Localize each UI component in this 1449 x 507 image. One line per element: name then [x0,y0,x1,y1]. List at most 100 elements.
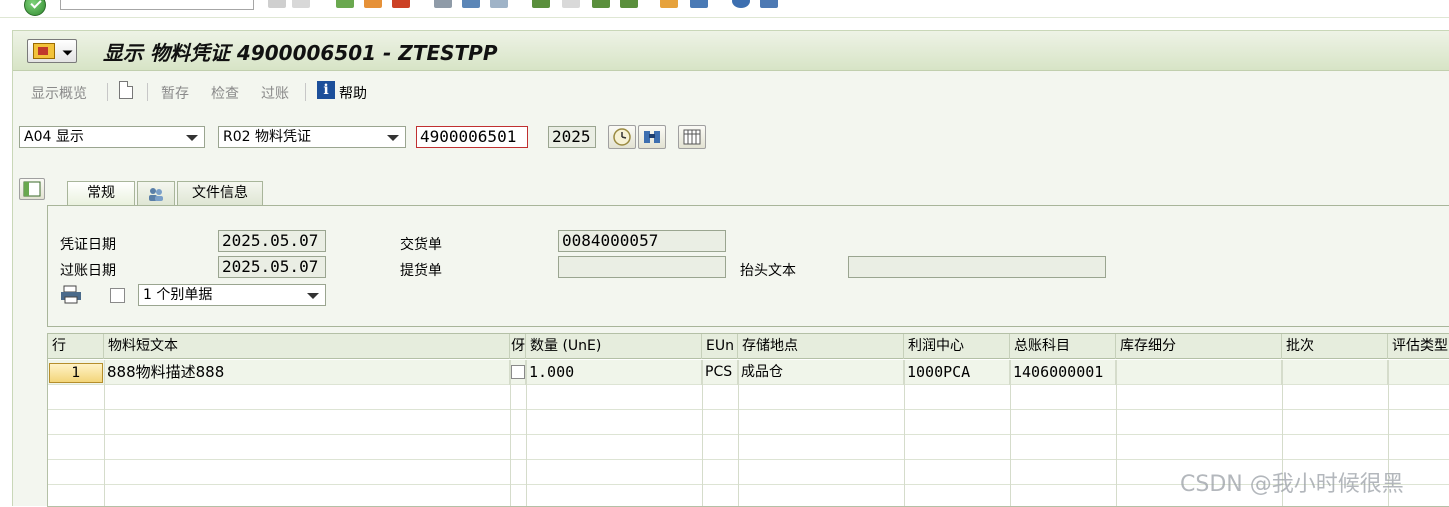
col-profit-center[interactable]: 利润中心 [904,334,1010,359]
table-row[interactable]: 1 888物料描述888 1.000 PCS 成品仓 1000PCA 14060… [48,360,1449,385]
post-button[interactable]: 过账 [261,83,289,103]
tab-general-label: 常规 [87,185,115,201]
post-date-field[interactable]: 2025.05.07 [218,256,326,278]
new-session-icon[interactable] [660,0,678,8]
find-icon[interactable] [462,0,480,8]
cell-uom[interactable]: PCS [702,360,738,385]
tab-general[interactable]: 常规 [67,181,135,206]
layout-icon[interactable] [760,0,778,8]
column-line [526,360,527,506]
col-storage-location[interactable]: 存储地点 [738,334,904,359]
print-icon[interactable] [434,0,452,8]
table-row-empty [48,410,1449,435]
cell-valuation-type[interactable] [1388,360,1449,385]
col-batch[interactable]: 批次 [1282,334,1388,359]
help-button[interactable]: 帮助 [339,83,367,103]
overview-button[interactable]: 显示概览 [31,83,87,103]
find-next-icon[interactable] [490,0,508,8]
bol-label: 提货单 [400,263,442,279]
col-flag[interactable]: 伢 [510,334,526,359]
application-toolbar: 显示概览 暂存 检查 过账 i 帮助 [13,77,1449,107]
cell-batch[interactable] [1282,360,1388,385]
table-row-empty [48,385,1449,410]
reference-select[interactable]: R02 物料凭证 [218,126,406,148]
row-select-button[interactable]: 1 [49,363,103,383]
shortcut-icon[interactable] [690,0,708,8]
tab-file-info[interactable]: 文件信息 [177,181,263,205]
cell-short-text[interactable]: 888物料描述888 [104,360,510,385]
print-checkbox[interactable] [110,288,125,303]
cell-quantity[interactable]: 1.000 [526,360,702,385]
column-line [104,360,105,506]
first-page-icon[interactable] [532,0,550,8]
print-option-value: 1 个别单据 [143,287,213,303]
history-clock-icon[interactable] [608,125,636,149]
col-valuation-type[interactable]: 评估类型 [1388,334,1449,359]
table-settings-icon[interactable] [678,125,706,149]
column-line [1010,360,1011,506]
column-line [738,360,739,506]
save-icon[interactable] [292,0,310,8]
cell-stock-segment[interactable] [1116,360,1282,385]
doc-date-label: 凭证日期 [60,237,116,253]
col-quantity[interactable]: 数量 (UnE) [526,334,702,359]
post-date-label: 过账日期 [60,263,116,279]
table-header: 行 物料短文本 伢 数量 (UnE) EUn 存储地点 利润中心 总账科目 库存… [48,334,1449,359]
printer-icon[interactable] [60,284,82,308]
col-gl-account[interactable]: 总账科目 [1010,334,1116,359]
cell-gl-account[interactable]: 1406000001 [1010,360,1116,385]
delivery-label: 交货单 [400,237,442,253]
toolbar-divider [305,83,306,101]
back-icon[interactable] [336,0,354,8]
header-text-field[interactable] [848,256,1106,278]
toolbar-divider [147,83,148,101]
doc-date-field[interactable]: 2025.05.07 [218,230,326,252]
chevron-down-icon [307,293,319,299]
people-icon [149,188,163,201]
back-double-icon[interactable] [268,0,286,8]
command-field[interactable] [60,0,254,10]
tab-partners[interactable] [137,181,175,205]
binoculars-icon[interactable] [638,125,666,149]
col-short-text[interactable]: 物料短文本 [104,334,510,359]
bol-field[interactable] [558,256,726,278]
column-line [1116,360,1117,506]
main-panel: 显示 物料凭证 4900006501 - ZTESTPP 显示概览 暂存 检查 … [12,30,1449,507]
last-page-icon[interactable] [620,0,638,8]
row-checkbox[interactable] [511,365,525,379]
doc-year-input[interactable]: 2025 [548,126,596,148]
exit-icon[interactable] [364,0,382,8]
cell-profit-center[interactable]: 1000PCA [904,360,1010,385]
cancel-icon[interactable] [392,0,410,8]
tab-file-info-label: 文件信息 [192,185,248,201]
transaction-icon [33,43,55,59]
col-uom[interactable]: EUn [702,334,738,359]
check-button[interactable]: 检查 [211,83,239,103]
watermark: CSDN @我小时候很黑 [1180,472,1404,497]
next-page-icon[interactable] [592,0,610,8]
page-title: 显示 物料凭证 4900006501 - ZTESTPP [103,41,498,65]
title-bar: 显示 物料凭证 4900006501 - ZTESTPP [13,31,1449,71]
header-text-label: 抬头文本 [740,263,796,279]
action-select[interactable]: A04 显示 [19,126,205,148]
toggle-header-icon[interactable] [19,178,45,200]
material-doc-number-input[interactable]: 4900006501 [416,126,528,148]
hold-button[interactable]: 暂存 [161,83,189,103]
system-toolbar [0,0,1449,18]
enter-check-icon[interactable] [24,0,46,16]
col-stock-segment[interactable]: 库存细分 [1116,334,1282,359]
cell-flag[interactable] [510,360,526,385]
action-select-value: A04 显示 [24,129,84,145]
document-icon[interactable] [119,81,133,99]
table-row-empty [48,435,1449,460]
cell-storage-location[interactable]: 成品仓 [738,360,904,385]
delivery-field[interactable]: 0084000057 [558,230,726,252]
prev-page-icon[interactable] [562,0,580,8]
help-icon[interactable] [732,0,750,8]
tab-general-panel: 凭证日期 2025.05.07 过账日期 2025.05.07 交货单 0084… [47,205,1449,327]
chevron-down-icon [62,50,73,56]
info-icon[interactable]: i [317,81,335,99]
col-line[interactable]: 行 [48,334,104,359]
print-option-select[interactable]: 1 个别单据 [138,284,326,306]
system-menu-button[interactable] [27,39,77,63]
